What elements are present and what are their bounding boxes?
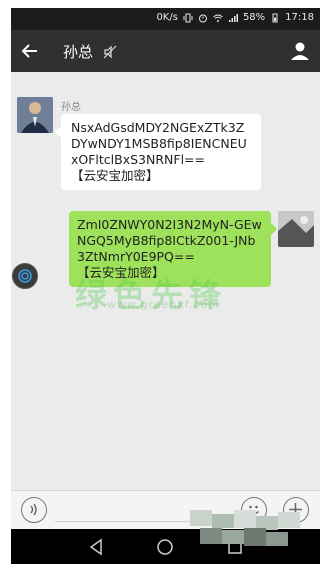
mute-icon bbox=[103, 45, 117, 59]
chat-header: 孙总 bbox=[11, 30, 320, 72]
chat-title: 孙总 bbox=[63, 43, 94, 61]
profile-button[interactable] bbox=[290, 41, 310, 61]
alarm-icon bbox=[198, 14, 207, 22]
message-list[interactable]: 孙总 NsxAdGsdMDY2NGExZTk3ZDYwNDY1MSB8fip8I… bbox=[11, 72, 320, 490]
battery-icon bbox=[272, 13, 278, 22]
voice-icon bbox=[30, 503, 37, 516]
fingerprint-icon bbox=[18, 269, 32, 283]
floating-action-button[interactable] bbox=[12, 263, 38, 289]
triangle-back-icon[interactable] bbox=[87, 538, 105, 556]
encryption-tag: 【云安宝加密】 bbox=[71, 168, 159, 183]
person-icon bbox=[291, 42, 309, 60]
sender-name: 孙总 bbox=[61, 102, 81, 113]
network-speed: 0K/s bbox=[156, 12, 178, 23]
signal-icon bbox=[228, 13, 238, 22]
message-text: ZmI0ZNWY0N2I3N2MyN-GEwNGQ5MyB8fip8ICtkZ0… bbox=[77, 217, 262, 264]
voice-button[interactable] bbox=[21, 497, 47, 523]
status-right: 0K/s 58% 17:18 bbox=[156, 12, 314, 23]
circle-home-icon[interactable] bbox=[156, 538, 174, 556]
received-message-bubble[interactable]: NsxAdGsdMDY2NGExZTk3ZDYwNDY1MSB8fip8IENC… bbox=[55, 114, 261, 190]
status-bar: 0K/s 58% 17:18 bbox=[11, 8, 320, 30]
device-frame: 0K/s 58% 17:18 孙总 孙总 NsxAdGsdMDY2NGExZTk… bbox=[0, 0, 331, 571]
phone-screen: 0K/s 58% 17:18 孙总 孙总 NsxAdGsdMDY2NGExZTk… bbox=[11, 8, 320, 564]
watermark-url: www.greenxf.com bbox=[107, 298, 220, 311]
wifi-icon bbox=[213, 14, 223, 22]
back-button[interactable] bbox=[19, 40, 41, 62]
vibrate-icon bbox=[183, 13, 193, 22]
my-avatar[interactable] bbox=[278, 211, 314, 247]
clock: 17:18 bbox=[285, 12, 314, 23]
pixelated-overlay bbox=[190, 510, 300, 546]
battery-percent: 58% bbox=[242, 12, 266, 23]
avatar-image bbox=[17, 97, 53, 133]
avatar[interactable] bbox=[17, 97, 53, 133]
my-avatar-image bbox=[278, 211, 314, 247]
message-text: NsxAdGsdMDY2NGExZTk3ZDYwNDY1MSB8fip8IENC… bbox=[71, 120, 247, 167]
back-arrow-icon bbox=[21, 44, 37, 58]
